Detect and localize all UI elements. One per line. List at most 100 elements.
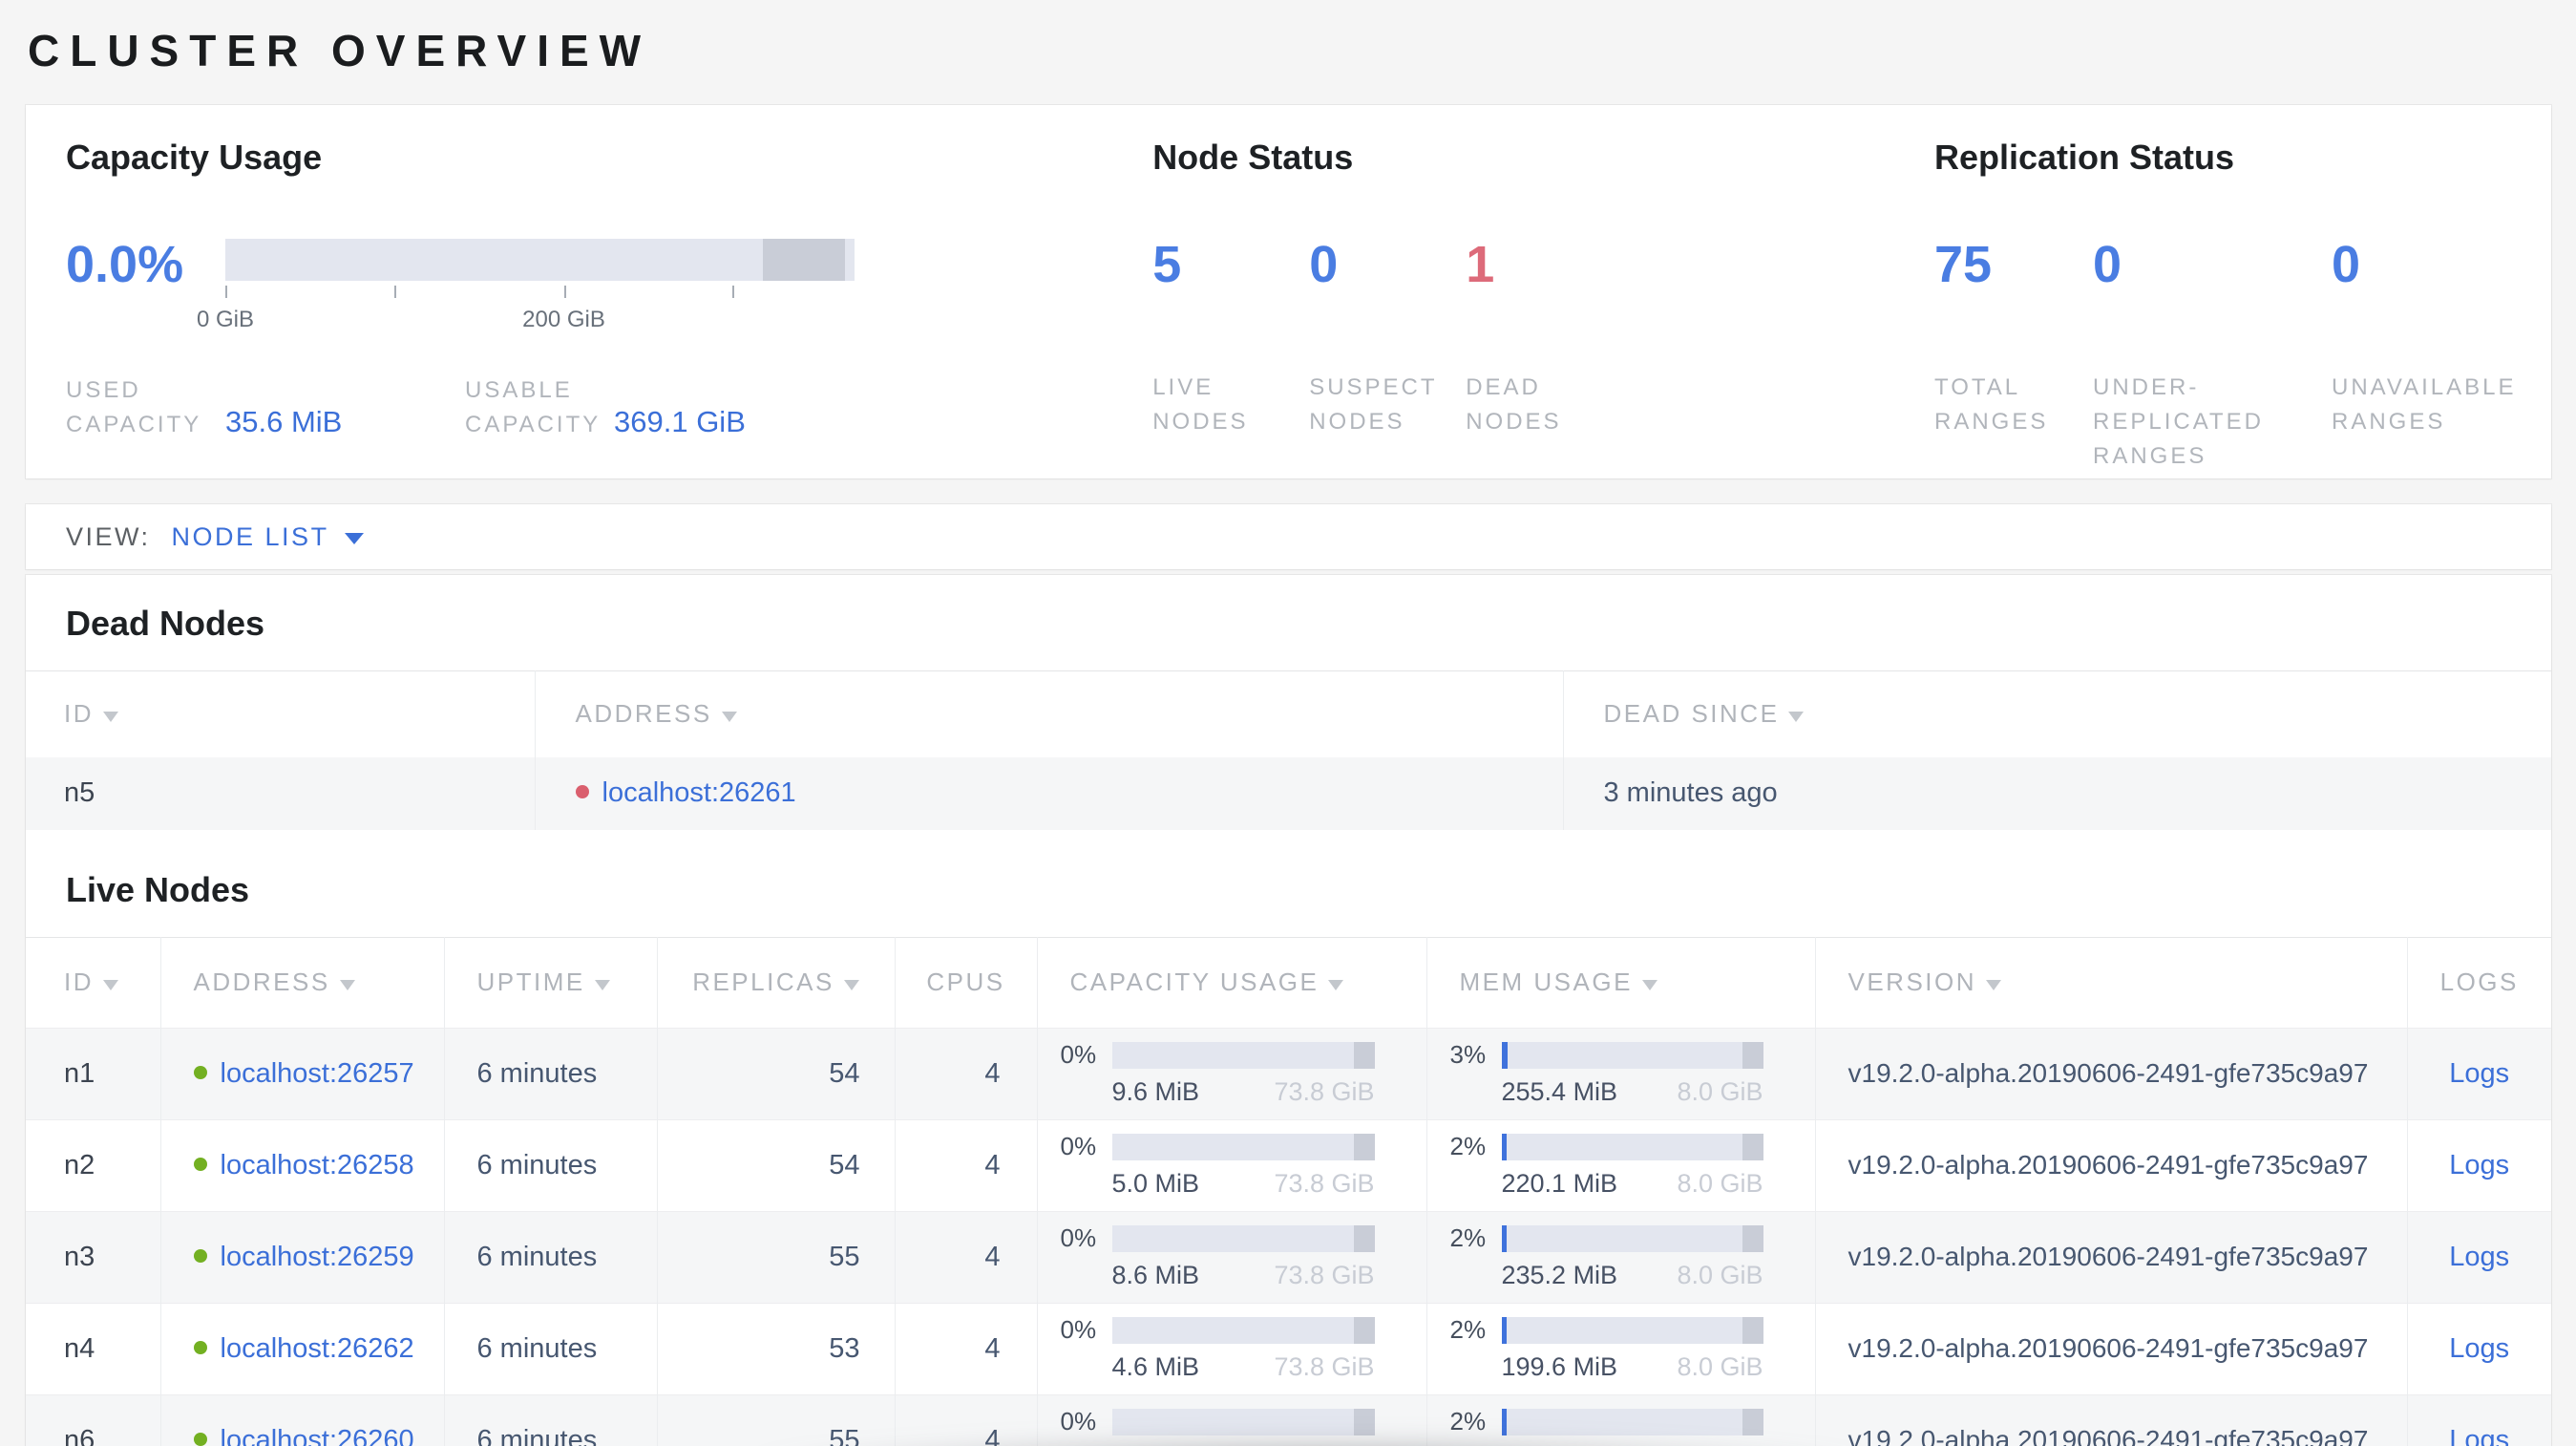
node-version: v19.2.0-alpha.20190606-2491-gfe735c9a97 <box>1814 1028 2407 1119</box>
dead-since-value: 3 minutes ago <box>1562 756 2551 830</box>
capacity-percent: 0% <box>1060 1407 1097 1436</box>
mem-total-value: 8.0 GiB <box>1677 1169 1763 1198</box>
capacity-total-value: 73.8 GiB <box>1274 1352 1375 1381</box>
node-uptime: 6 minutes <box>443 1211 657 1303</box>
node-id: n4 <box>64 1332 95 1364</box>
page-title: CLUSTER OVERVIEW <box>28 26 652 75</box>
dead-nodes-stat: 1 DEAD NODES <box>1466 239 1622 439</box>
logs-link[interactable]: Logs <box>2449 1425 2509 1446</box>
node-capacity-usage-cell: 0% 7.8 MiB 73.8 GiB <box>1036 1394 1426 1446</box>
live-col-address[interactable]: ADDRESS <box>159 937 444 1028</box>
node-id: n3 <box>64 1241 95 1272</box>
capacity-used-value: 4.6 MiB <box>1111 1352 1200 1381</box>
node-logs-cell: Logs <box>2406 1028 2551 1119</box>
capacity-percent: 0% <box>1060 1040 1097 1069</box>
live-node-row: n4 localhost:26262 6 minutes 53 4 0% 4.6… <box>26 1303 2551 1394</box>
dead-nodes-heading: Dead Nodes <box>66 604 265 643</box>
node-version: v19.2.0-alpha.20190606-2491-gfe735c9a97 <box>1814 1394 2407 1446</box>
node-id: n5 <box>64 777 95 808</box>
capacity-used-value: 8.6 MiB <box>1111 1261 1200 1289</box>
used-capacity-label: USED CAPACITY <box>66 377 202 437</box>
total-ranges-stat: 75 TOTAL RANGES <box>1934 239 2093 474</box>
capacity-usage-title: Capacity Usage <box>66 138 323 177</box>
live-col-replicas[interactable]: REPLICAS <box>656 937 895 1028</box>
node-status-section: Node Status 5 LIVE NODES 0 SUSPECT NODES… <box>1152 138 1934 478</box>
node-address-cell: localhost:26262 <box>159 1303 444 1394</box>
live-status-dot-icon <box>193 1433 207 1446</box>
logs-link[interactable]: Logs <box>2449 1242 2509 1272</box>
replication-status-section: Replication Status 75 TOTAL RANGES 0 UND… <box>1934 138 2551 478</box>
capacity-percent: 0% <box>1060 1315 1097 1344</box>
view-dropdown[interactable]: NODE LIST <box>172 522 329 552</box>
view-label: VIEW: <box>66 521 151 551</box>
capacity-bar-dark-segment <box>763 239 846 281</box>
node-cpus: 4 <box>894 1303 1037 1394</box>
node-address-link[interactable]: localhost:26262 <box>221 1333 414 1364</box>
capacity-axis-tick <box>732 286 735 298</box>
live-node-row: n6 localhost:26260 6 minutes 55 4 0% 7.8… <box>26 1394 2551 1446</box>
live-col-uptime[interactable]: UPTIME <box>443 937 657 1028</box>
mem-used-value: 220.1 MiB <box>1501 1169 1618 1198</box>
capacity-axis-tick-label: 200 GiB <box>522 307 605 332</box>
node-id: n2 <box>64 1149 95 1180</box>
chevron-down-icon[interactable] <box>344 532 364 544</box>
mem-percent: 2% <box>1449 1315 1487 1344</box>
node-address-link[interactable]: localhost:26259 <box>221 1242 414 1272</box>
live-col-id[interactable]: ID <box>26 937 160 1028</box>
node-address-cell: localhost:26257 <box>159 1028 444 1119</box>
capacity-axis-tick <box>394 286 397 298</box>
live-col-mem-usage[interactable]: MEM USAGE <box>1425 937 1815 1028</box>
dead-nodes-count: 1 <box>1466 236 1495 293</box>
live-node-row: n1 localhost:26257 6 minutes 54 4 0% 9.6… <box>26 1028 2551 1119</box>
live-nodes-table: ID ADDRESS UPTIME REPLICAS CPUS CAPACITY… <box>26 936 2551 1446</box>
live-nodes-heading: Live Nodes <box>66 869 250 909</box>
node-address-cell: localhost:26261 <box>534 756 1563 830</box>
node-logs-cell: Logs <box>2406 1394 2551 1446</box>
mem-used-value: 255.4 MiB <box>1501 1077 1618 1106</box>
suspect-nodes-label: SUSPECT NODES <box>1309 374 1438 435</box>
node-cpus: 4 <box>894 1394 1037 1446</box>
logs-link[interactable]: Logs <box>2449 1333 2509 1364</box>
node-address-link[interactable]: localhost:26260 <box>221 1425 414 1446</box>
usable-capacity-label: USABLE CAPACITY <box>465 377 602 437</box>
unavailable-ranges-stat: 0 UNAVAILABLE RANGES <box>2332 239 2551 474</box>
capacity-axis-tick <box>563 286 566 298</box>
view-selector-bar: VIEW: NODE LIST <box>26 504 2551 569</box>
sort-arrow-icon <box>1328 980 1344 990</box>
node-address-cell: localhost:26259 <box>159 1211 444 1303</box>
live-nodes-count: 5 <box>1152 236 1182 293</box>
node-replicas: 54 <box>656 1028 895 1119</box>
dead-nodes-table: ID ADDRESS DEAD SINCE n5 localhost:26261… <box>26 670 2551 830</box>
live-nodes-stat: 5 LIVE NODES <box>1152 239 1309 439</box>
logs-link[interactable]: Logs <box>2449 1150 2509 1180</box>
capacity-axis-tick <box>225 286 227 298</box>
node-version: v19.2.0-alpha.20190606-2491-gfe735c9a97 <box>1814 1303 2407 1394</box>
node-address-link[interactable]: localhost:26261 <box>602 777 796 808</box>
node-uptime: 6 minutes <box>443 1119 657 1211</box>
dead-col-id[interactable]: ID <box>26 671 535 757</box>
node-capacity-usage-cell: 0% 4.6 MiB 73.8 GiB <box>1036 1303 1426 1394</box>
live-status-dot-icon <box>193 1065 207 1079</box>
capacity-axis: 0 GiB 200 GiB <box>197 286 855 341</box>
capacity-bar <box>1111 1408 1375 1435</box>
dead-col-dead-since[interactable]: DEAD SINCE <box>1562 670 2551 757</box>
node-uptime: 6 minutes <box>443 1028 657 1119</box>
under-replicated-count: 0 <box>2093 236 2122 293</box>
node-mem-usage-cell: 2% 235.2 MiB 8.0 GiB <box>1425 1211 1815 1303</box>
node-address-link[interactable]: localhost:26257 <box>221 1058 414 1089</box>
node-id: n1 <box>64 1057 95 1089</box>
live-col-capacity-usage[interactable]: CAPACITY USAGE <box>1036 937 1426 1028</box>
under-replicated-ranges-stat: 0 UNDER-REPLICATED RANGES <box>2093 239 2332 474</box>
logs-link[interactable]: Logs <box>2449 1058 2509 1089</box>
node-address-link[interactable]: localhost:26258 <box>221 1150 414 1180</box>
dead-col-address[interactable]: ADDRESS <box>534 670 1563 757</box>
mem-percent: 2% <box>1449 1132 1487 1160</box>
dead-node-row: n5 localhost:26261 3 minutes ago <box>26 756 2551 830</box>
capacity-usage-section: Capacity Usage 0.0% 0 GiB 200 GiB USED CA… <box>66 138 1152 478</box>
capacity-total-value: 73.8 GiB <box>1274 1077 1375 1106</box>
live-col-version[interactable]: VERSION <box>1814 937 2407 1028</box>
mem-bar <box>1501 1224 1763 1252</box>
node-status-title: Node Status <box>1152 138 1354 177</box>
mem-total-value: 8.0 GiB <box>1677 1352 1763 1381</box>
usable-capacity-value: 369.1 GiB <box>614 405 746 438</box>
